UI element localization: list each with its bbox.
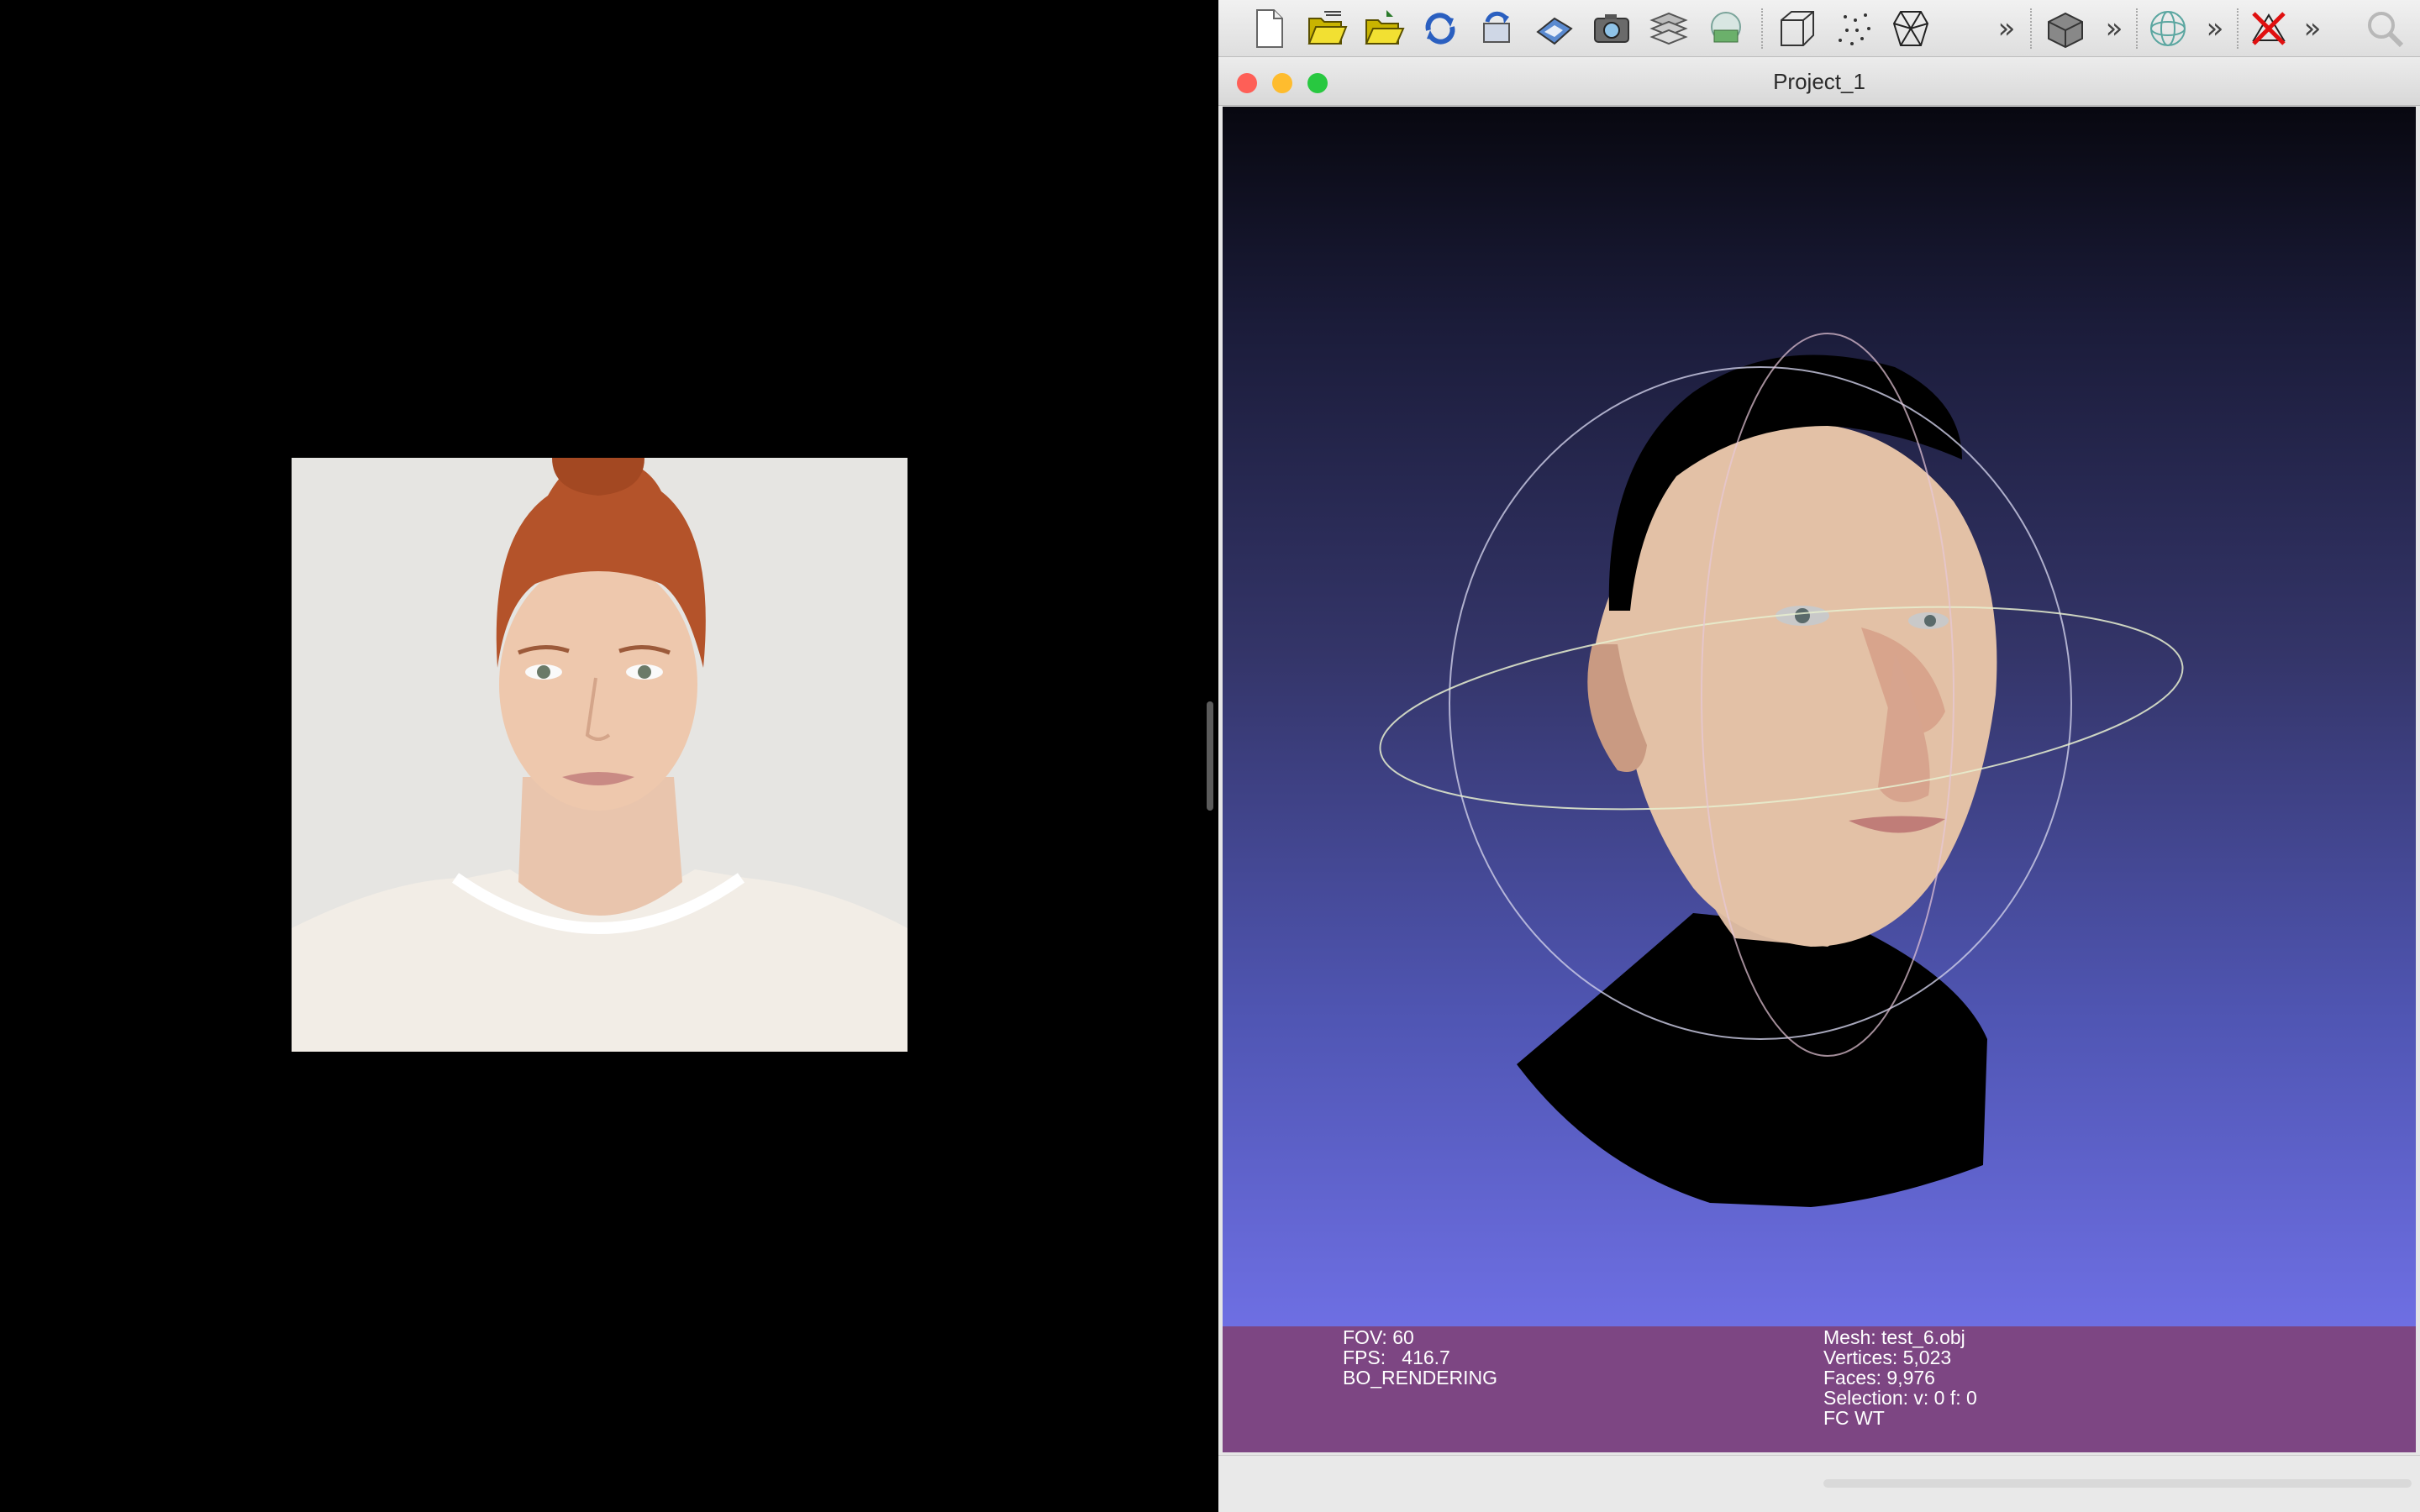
render-mode-label: BO_RENDERING xyxy=(1343,1367,1498,1389)
status-bar xyxy=(1218,1455,2420,1512)
snapshot-icon[interactable] xyxy=(1588,5,1635,52)
fov-label: FOV: 60 xyxy=(1343,1326,1414,1348)
meshlab-window: » » » » Project_1 FOV: 60 FPS: 416.7 BO_… xyxy=(1218,0,2420,1512)
status-scrollbar[interactable] xyxy=(1823,1479,2412,1488)
split-divider-handle[interactable] xyxy=(1207,701,1213,811)
flat-shading-icon[interactable] xyxy=(2042,5,2089,52)
head-mesh-render xyxy=(1379,333,2184,1207)
reload-all-icon[interactable] xyxy=(1474,5,1521,52)
selection-label: Selection: v: 0 f: 0 xyxy=(1823,1387,1977,1409)
new-project-icon[interactable] xyxy=(1245,5,1292,52)
toolbar-separator xyxy=(2136,8,2138,49)
window-title: Project_1 xyxy=(1773,69,1865,94)
preview-pane xyxy=(0,0,1213,1512)
toolbar: » » » » xyxy=(1218,0,2420,57)
more-icon[interactable]: » xyxy=(2200,12,2230,45)
reload-icon[interactable] xyxy=(1417,5,1464,52)
layers-icon[interactable] xyxy=(1645,5,1692,52)
3d-viewport[interactable] xyxy=(1223,107,2416,1326)
faces-label: Faces: 9,976 xyxy=(1823,1367,1935,1389)
more-icon[interactable]: » xyxy=(1991,12,2022,45)
toolbar-separator xyxy=(2030,8,2032,49)
toolbar-separator xyxy=(1761,8,1763,49)
toolbar-separator xyxy=(2237,8,2238,49)
info-panel: FOV: 60 FPS: 416.7 BO_RENDERING Mesh: te… xyxy=(1223,1326,2416,1452)
search-icon[interactable] xyxy=(2361,5,2408,52)
mesh-name-label: Mesh: test_6.obj xyxy=(1823,1326,1965,1348)
points-icon[interactable] xyxy=(1830,5,1877,52)
import-mesh-icon[interactable] xyxy=(1360,5,1407,52)
flags-label: FC WT xyxy=(1823,1407,1885,1429)
portrait-photo xyxy=(292,458,908,1052)
vertices-label: Vertices: 5,023 xyxy=(1823,1347,1952,1368)
open-project-icon[interactable] xyxy=(1302,5,1349,52)
raster-icon[interactable] xyxy=(1702,5,1749,52)
save-icon[interactable] xyxy=(1531,5,1578,52)
bounding-box-icon[interactable] xyxy=(1773,5,1820,52)
more-icon[interactable]: » xyxy=(2297,12,2328,45)
more-icon[interactable]: » xyxy=(2099,12,2129,45)
delete-selection-icon[interactable] xyxy=(2245,5,2292,52)
trackball-icon[interactable] xyxy=(2144,5,2191,52)
wireframe-icon[interactable] xyxy=(1887,5,1934,52)
window-titlebar: Project_1 xyxy=(1218,57,2420,106)
fps-label: FPS: 416.7 xyxy=(1343,1347,1450,1368)
